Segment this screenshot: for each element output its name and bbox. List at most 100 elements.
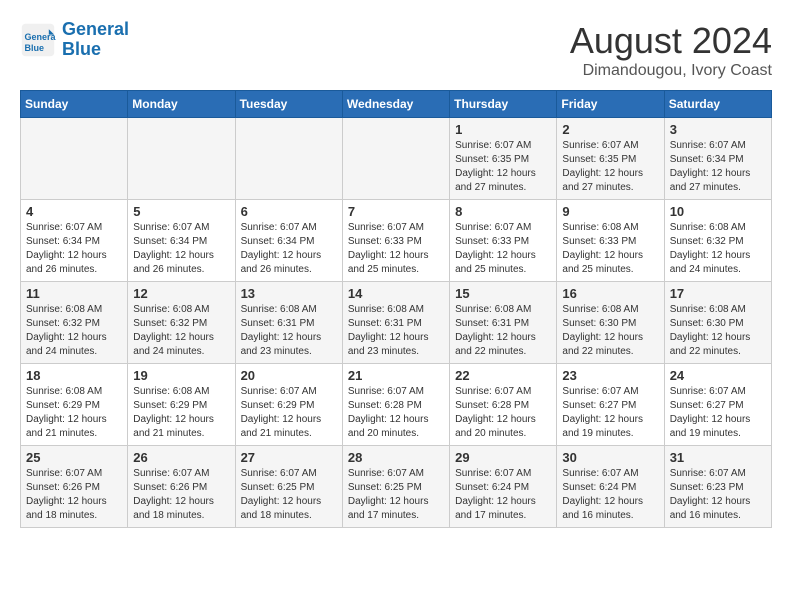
day-number: 18: [26, 368, 122, 383]
page-header: General Blue General Blue August 2024 Di…: [20, 20, 772, 80]
day-cell: 28 Sunrise: 6:07 AM Sunset: 6:25 PM Dayli…: [342, 446, 449, 528]
day-info: Sunrise: 6:07 AM Sunset: 6:25 PM Dayligh…: [241, 467, 337, 523]
day-info: Sunrise: 6:07 AM Sunset: 6:26 PM Dayligh…: [26, 467, 122, 523]
day-cell: 27 Sunrise: 6:07 AM Sunset: 6:25 PM Dayli…: [235, 446, 342, 528]
day-info: Sunrise: 6:08 AM Sunset: 6:30 PM Dayligh…: [562, 303, 658, 359]
week-row-3: 11 Sunrise: 6:08 AM Sunset: 6:32 PM Dayli…: [21, 282, 772, 364]
month-year-title: August 2024: [570, 20, 772, 62]
day-number: 20: [241, 368, 337, 383]
day-number: 5: [133, 204, 229, 219]
day-cell: 24 Sunrise: 6:07 AM Sunset: 6:27 PM Dayli…: [664, 364, 771, 446]
day-number: 29: [455, 450, 551, 465]
day-info: Sunrise: 6:07 AM Sunset: 6:27 PM Dayligh…: [562, 385, 658, 441]
day-info: Sunrise: 6:08 AM Sunset: 6:31 PM Dayligh…: [455, 303, 551, 359]
day-cell: 13 Sunrise: 6:08 AM Sunset: 6:31 PM Dayli…: [235, 282, 342, 364]
svg-text:Blue: Blue: [25, 43, 45, 53]
day-cell: 16 Sunrise: 6:08 AM Sunset: 6:30 PM Dayli…: [557, 282, 664, 364]
day-number: 3: [670, 122, 766, 137]
day-cell: 15 Sunrise: 6:08 AM Sunset: 6:31 PM Dayli…: [450, 282, 557, 364]
day-info: Sunrise: 6:08 AM Sunset: 6:31 PM Dayligh…: [241, 303, 337, 359]
day-number: 1: [455, 122, 551, 137]
day-number: 13: [241, 286, 337, 301]
day-info: Sunrise: 6:07 AM Sunset: 6:25 PM Dayligh…: [348, 467, 444, 523]
day-info: Sunrise: 6:07 AM Sunset: 6:24 PM Dayligh…: [562, 467, 658, 523]
day-cell: 5 Sunrise: 6:07 AM Sunset: 6:34 PM Daylig…: [128, 200, 235, 282]
day-info: Sunrise: 6:07 AM Sunset: 6:34 PM Dayligh…: [670, 139, 766, 195]
week-row-2: 4 Sunrise: 6:07 AM Sunset: 6:34 PM Daylig…: [21, 200, 772, 282]
day-info: Sunrise: 6:08 AM Sunset: 6:29 PM Dayligh…: [26, 385, 122, 441]
day-cell: 10 Sunrise: 6:08 AM Sunset: 6:32 PM Dayli…: [664, 200, 771, 282]
day-info: Sunrise: 6:08 AM Sunset: 6:29 PM Dayligh…: [133, 385, 229, 441]
day-info: Sunrise: 6:07 AM Sunset: 6:26 PM Dayligh…: [133, 467, 229, 523]
day-info: Sunrise: 6:08 AM Sunset: 6:32 PM Dayligh…: [26, 303, 122, 359]
day-number: 4: [26, 204, 122, 219]
logo-icon: General Blue: [20, 22, 56, 58]
day-number: 24: [670, 368, 766, 383]
day-info: Sunrise: 6:07 AM Sunset: 6:34 PM Dayligh…: [26, 221, 122, 277]
header-cell-sunday: Sunday: [21, 91, 128, 118]
week-row-5: 25 Sunrise: 6:07 AM Sunset: 6:26 PM Dayli…: [21, 446, 772, 528]
day-info: Sunrise: 6:07 AM Sunset: 6:29 PM Dayligh…: [241, 385, 337, 441]
calendar-table: SundayMondayTuesdayWednesdayThursdayFrid…: [20, 90, 772, 528]
day-number: 30: [562, 450, 658, 465]
header-row: SundayMondayTuesdayWednesdayThursdayFrid…: [21, 91, 772, 118]
week-row-4: 18 Sunrise: 6:08 AM Sunset: 6:29 PM Dayli…: [21, 364, 772, 446]
day-cell: 25 Sunrise: 6:07 AM Sunset: 6:26 PM Dayli…: [21, 446, 128, 528]
day-info: Sunrise: 6:07 AM Sunset: 6:27 PM Dayligh…: [670, 385, 766, 441]
day-number: 21: [348, 368, 444, 383]
day-number: 7: [348, 204, 444, 219]
day-number: 9: [562, 204, 658, 219]
day-number: 6: [241, 204, 337, 219]
day-cell: 17 Sunrise: 6:08 AM Sunset: 6:30 PM Dayli…: [664, 282, 771, 364]
calendar-body: 1 Sunrise: 6:07 AM Sunset: 6:35 PM Daylig…: [21, 118, 772, 528]
day-number: 12: [133, 286, 229, 301]
day-info: Sunrise: 6:07 AM Sunset: 6:34 PM Dayligh…: [241, 221, 337, 277]
calendar-header: SundayMondayTuesdayWednesdayThursdayFrid…: [21, 91, 772, 118]
title-block: August 2024 Dimandougou, Ivory Coast: [570, 20, 772, 80]
day-number: 23: [562, 368, 658, 383]
day-cell: 1 Sunrise: 6:07 AM Sunset: 6:35 PM Daylig…: [450, 118, 557, 200]
day-number: 27: [241, 450, 337, 465]
day-info: Sunrise: 6:07 AM Sunset: 6:35 PM Dayligh…: [455, 139, 551, 195]
day-number: 26: [133, 450, 229, 465]
logo-text: General Blue: [62, 20, 129, 60]
day-number: 19: [133, 368, 229, 383]
day-info: Sunrise: 6:08 AM Sunset: 6:32 PM Dayligh…: [133, 303, 229, 359]
header-cell-saturday: Saturday: [664, 91, 771, 118]
day-number: 10: [670, 204, 766, 219]
day-cell: 9Sunrise: 6:08 AM Sunset: 6:33 PM Daylig…: [557, 200, 664, 282]
day-cell: [342, 118, 449, 200]
day-cell: 6 Sunrise: 6:07 AM Sunset: 6:34 PM Daylig…: [235, 200, 342, 282]
day-number: 8: [455, 204, 551, 219]
logo: General Blue General Blue: [20, 20, 129, 60]
day-number: 15: [455, 286, 551, 301]
day-cell: 20 Sunrise: 6:07 AM Sunset: 6:29 PM Dayli…: [235, 364, 342, 446]
day-cell: 31Sunrise: 6:07 AM Sunset: 6:23 PM Dayli…: [664, 446, 771, 528]
day-cell: 18 Sunrise: 6:08 AM Sunset: 6:29 PM Dayli…: [21, 364, 128, 446]
day-info: Sunrise: 6:08 AM Sunset: 6:32 PM Dayligh…: [670, 221, 766, 277]
day-cell: 29Sunrise: 6:07 AM Sunset: 6:24 PM Dayli…: [450, 446, 557, 528]
header-cell-tuesday: Tuesday: [235, 91, 342, 118]
header-cell-wednesday: Wednesday: [342, 91, 449, 118]
day-info: Sunrise: 6:08 AM Sunset: 6:30 PM Dayligh…: [670, 303, 766, 359]
day-number: 11: [26, 286, 122, 301]
day-info: Sunrise: 6:08 AM Sunset: 6:31 PM Dayligh…: [348, 303, 444, 359]
day-info: Sunrise: 6:07 AM Sunset: 6:34 PM Dayligh…: [133, 221, 229, 277]
day-info: Sunrise: 6:07 AM Sunset: 6:33 PM Dayligh…: [348, 221, 444, 277]
day-number: 25: [26, 450, 122, 465]
day-cell: 8Sunrise: 6:07 AM Sunset: 6:33 PM Daylig…: [450, 200, 557, 282]
day-cell: [235, 118, 342, 200]
day-number: 28: [348, 450, 444, 465]
day-number: 16: [562, 286, 658, 301]
day-cell: 14 Sunrise: 6:08 AM Sunset: 6:31 PM Dayli…: [342, 282, 449, 364]
day-number: 14: [348, 286, 444, 301]
day-cell: 23 Sunrise: 6:07 AM Sunset: 6:27 PM Dayli…: [557, 364, 664, 446]
day-info: Sunrise: 6:07 AM Sunset: 6:28 PM Dayligh…: [455, 385, 551, 441]
day-number: 17: [670, 286, 766, 301]
day-info: Sunrise: 6:07 AM Sunset: 6:35 PM Dayligh…: [562, 139, 658, 195]
day-cell: 21Sunrise: 6:07 AM Sunset: 6:28 PM Dayli…: [342, 364, 449, 446]
day-cell: 2Sunrise: 6:07 AM Sunset: 6:35 PM Daylig…: [557, 118, 664, 200]
location-subtitle: Dimandougou, Ivory Coast: [570, 62, 772, 80]
day-number: 22: [455, 368, 551, 383]
day-cell: 11 Sunrise: 6:08 AM Sunset: 6:32 PM Dayli…: [21, 282, 128, 364]
